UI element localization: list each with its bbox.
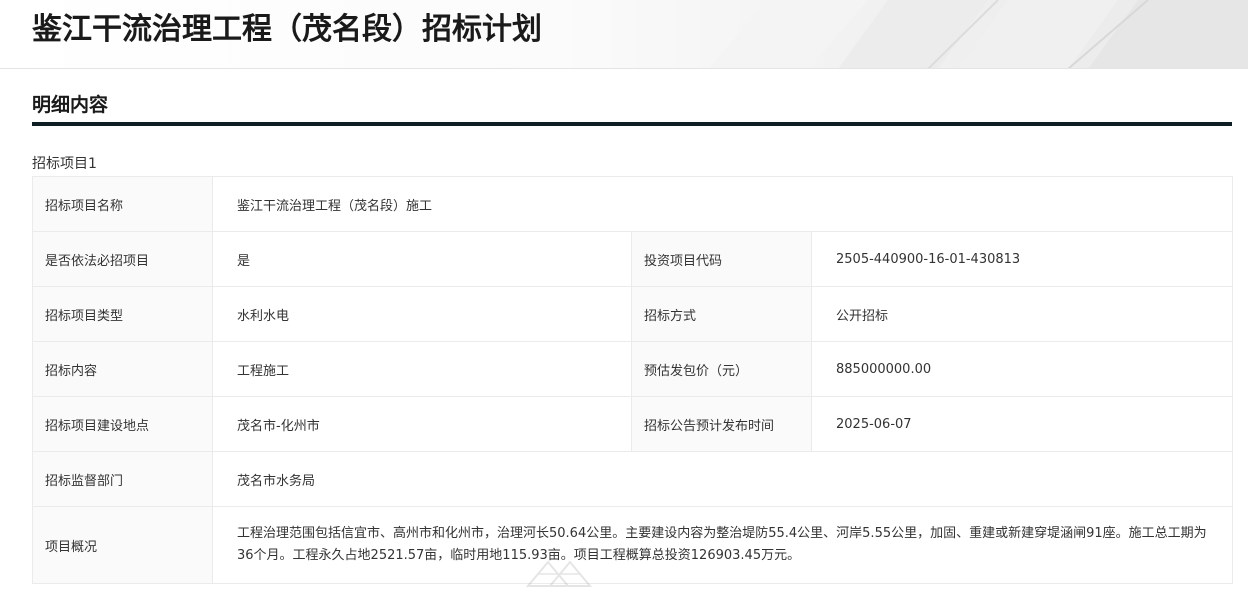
table-row: 是否依法必招项目 是 投资项目代码 2505-440900-16-01-4308… xyxy=(32,231,1234,287)
project-name-label: 招标项目名称 xyxy=(32,176,213,232)
method-value: 公开招标 xyxy=(810,286,1234,342)
table-row: 招标项目名称 鉴江干流治理工程（茂名段）施工 xyxy=(32,176,1234,232)
price-value: 885000000.00 xyxy=(810,341,1234,397)
supervisor-value: 茂名市水务局 xyxy=(211,451,1234,507)
table-row: 招标项目类型 水利水电 招标方式 公开招标 xyxy=(32,286,1234,342)
mandatory-label: 是否依法必招项目 xyxy=(32,231,213,287)
invest-code-label: 投资项目代码 xyxy=(631,231,812,287)
table-row: 招标监督部门 茂名市水务局 xyxy=(32,451,1234,507)
publish-time-value: 2025-06-07 xyxy=(810,396,1234,452)
table-row: 招标项目建设地点 茂名市-化州市 招标公告预计发布时间 2025-06-07 xyxy=(32,396,1234,452)
section-divider xyxy=(32,122,1232,126)
project-type-label: 招标项目类型 xyxy=(32,286,213,342)
location-value: 茂名市-化州市 xyxy=(212,396,632,452)
header-background-graphic xyxy=(708,0,1248,68)
content-value: 工程施工 xyxy=(212,341,632,397)
detail-table: 招标项目名称 鉴江干流治理工程（茂名段）施工 是否依法必招项目 是 投资项目代码… xyxy=(32,176,1234,584)
overview-label: 项目概况 xyxy=(32,506,213,584)
price-label: 预估发包价（元） xyxy=(631,341,812,397)
mandatory-value: 是 xyxy=(212,231,632,287)
watermark-logo-icon xyxy=(525,560,593,587)
table-row: 招标内容 工程施工 预估发包价（元） 885000000.00 xyxy=(32,341,1234,397)
subsection-label: 招标项目1 xyxy=(32,156,97,172)
publish-time-label: 招标公告预计发布时间 xyxy=(631,396,812,452)
invest-code-value: 2505-440900-16-01-430813 xyxy=(810,231,1234,287)
page-title: 鉴江干流治理工程（茂名段）招标计划 xyxy=(32,12,542,47)
project-name-value: 鉴江干流治理工程（茂名段）施工 xyxy=(211,176,1234,232)
project-type-value: 水利水电 xyxy=(212,286,632,342)
page-header: 鉴江干流治理工程（茂名段）招标计划 xyxy=(0,0,1248,69)
method-label: 招标方式 xyxy=(631,286,812,342)
supervisor-label: 招标监督部门 xyxy=(32,451,213,507)
location-label: 招标项目建设地点 xyxy=(32,396,213,452)
section-title: 明细内容 xyxy=(32,94,109,116)
content-label: 招标内容 xyxy=(32,341,213,397)
